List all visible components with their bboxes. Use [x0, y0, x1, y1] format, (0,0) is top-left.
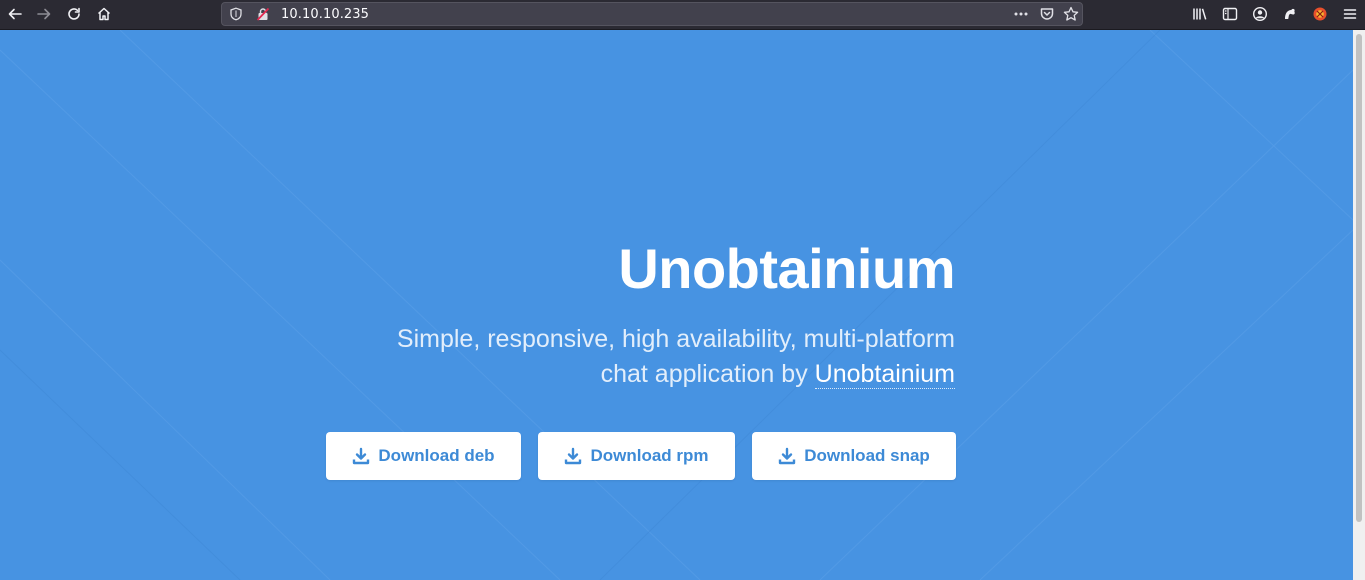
firefox-extension-icon[interactable] — [1309, 3, 1331, 25]
shield-icon[interactable] — [228, 6, 244, 22]
download-rpm-label: Download rpm — [590, 446, 709, 465]
home-icon[interactable] — [93, 3, 115, 25]
vertical-scrollbar[interactable] — [1353, 30, 1365, 580]
browser-toolbar: 10.10.10.235 — [0, 0, 1365, 30]
forward-icon[interactable] — [33, 3, 55, 25]
url-text[interactable]: 10.10.10.235 — [281, 7, 369, 22]
subtitle-line-1: Simple, responsive, high availability, m… — [396, 325, 955, 353]
sidebar-icon[interactable] — [1219, 3, 1241, 25]
download-snap-button[interactable]: Download snap — [752, 432, 956, 480]
page-title: Unobtainium — [618, 237, 955, 300]
download-deb-label: Download deb — [378, 446, 495, 465]
account-icon[interactable] — [1249, 3, 1271, 25]
download-rpm-button[interactable]: Download rpm — [538, 432, 735, 480]
insecure-lock-icon[interactable] — [255, 6, 271, 22]
pocket-icon[interactable] — [1039, 6, 1055, 22]
bookmark-star-icon[interactable] — [1063, 6, 1079, 22]
subtitle-line-2-prefix: chat application by — [600, 360, 815, 388]
background-pattern — [0, 30, 1353, 580]
scrollbar-thumb[interactable] — [1356, 34, 1362, 522]
download-icon — [778, 447, 796, 465]
page-subtitle: Simple, responsive, high availability, m… — [335, 322, 955, 392]
download-deb-button[interactable]: Download deb — [326, 432, 521, 480]
extension-icon[interactable] — [1279, 3, 1301, 25]
unobtainium-link[interactable]: Unobtainium — [814, 360, 955, 389]
url-bar[interactable]: 10.10.10.235 — [221, 2, 1083, 26]
download-icon — [352, 447, 370, 465]
reload-icon[interactable] — [63, 3, 85, 25]
download-icon — [564, 447, 582, 465]
back-icon[interactable] — [4, 3, 26, 25]
more-dots-icon[interactable] — [1013, 6, 1029, 22]
menu-icon[interactable] — [1339, 3, 1361, 25]
subtitle-line-2: chat application by Unobtainium — [335, 357, 955, 392]
download-snap-label: Download snap — [804, 446, 930, 465]
library-icon[interactable] — [1189, 3, 1211, 25]
page-viewport: Unobtainium Simple, responsive, high ava… — [0, 30, 1353, 580]
